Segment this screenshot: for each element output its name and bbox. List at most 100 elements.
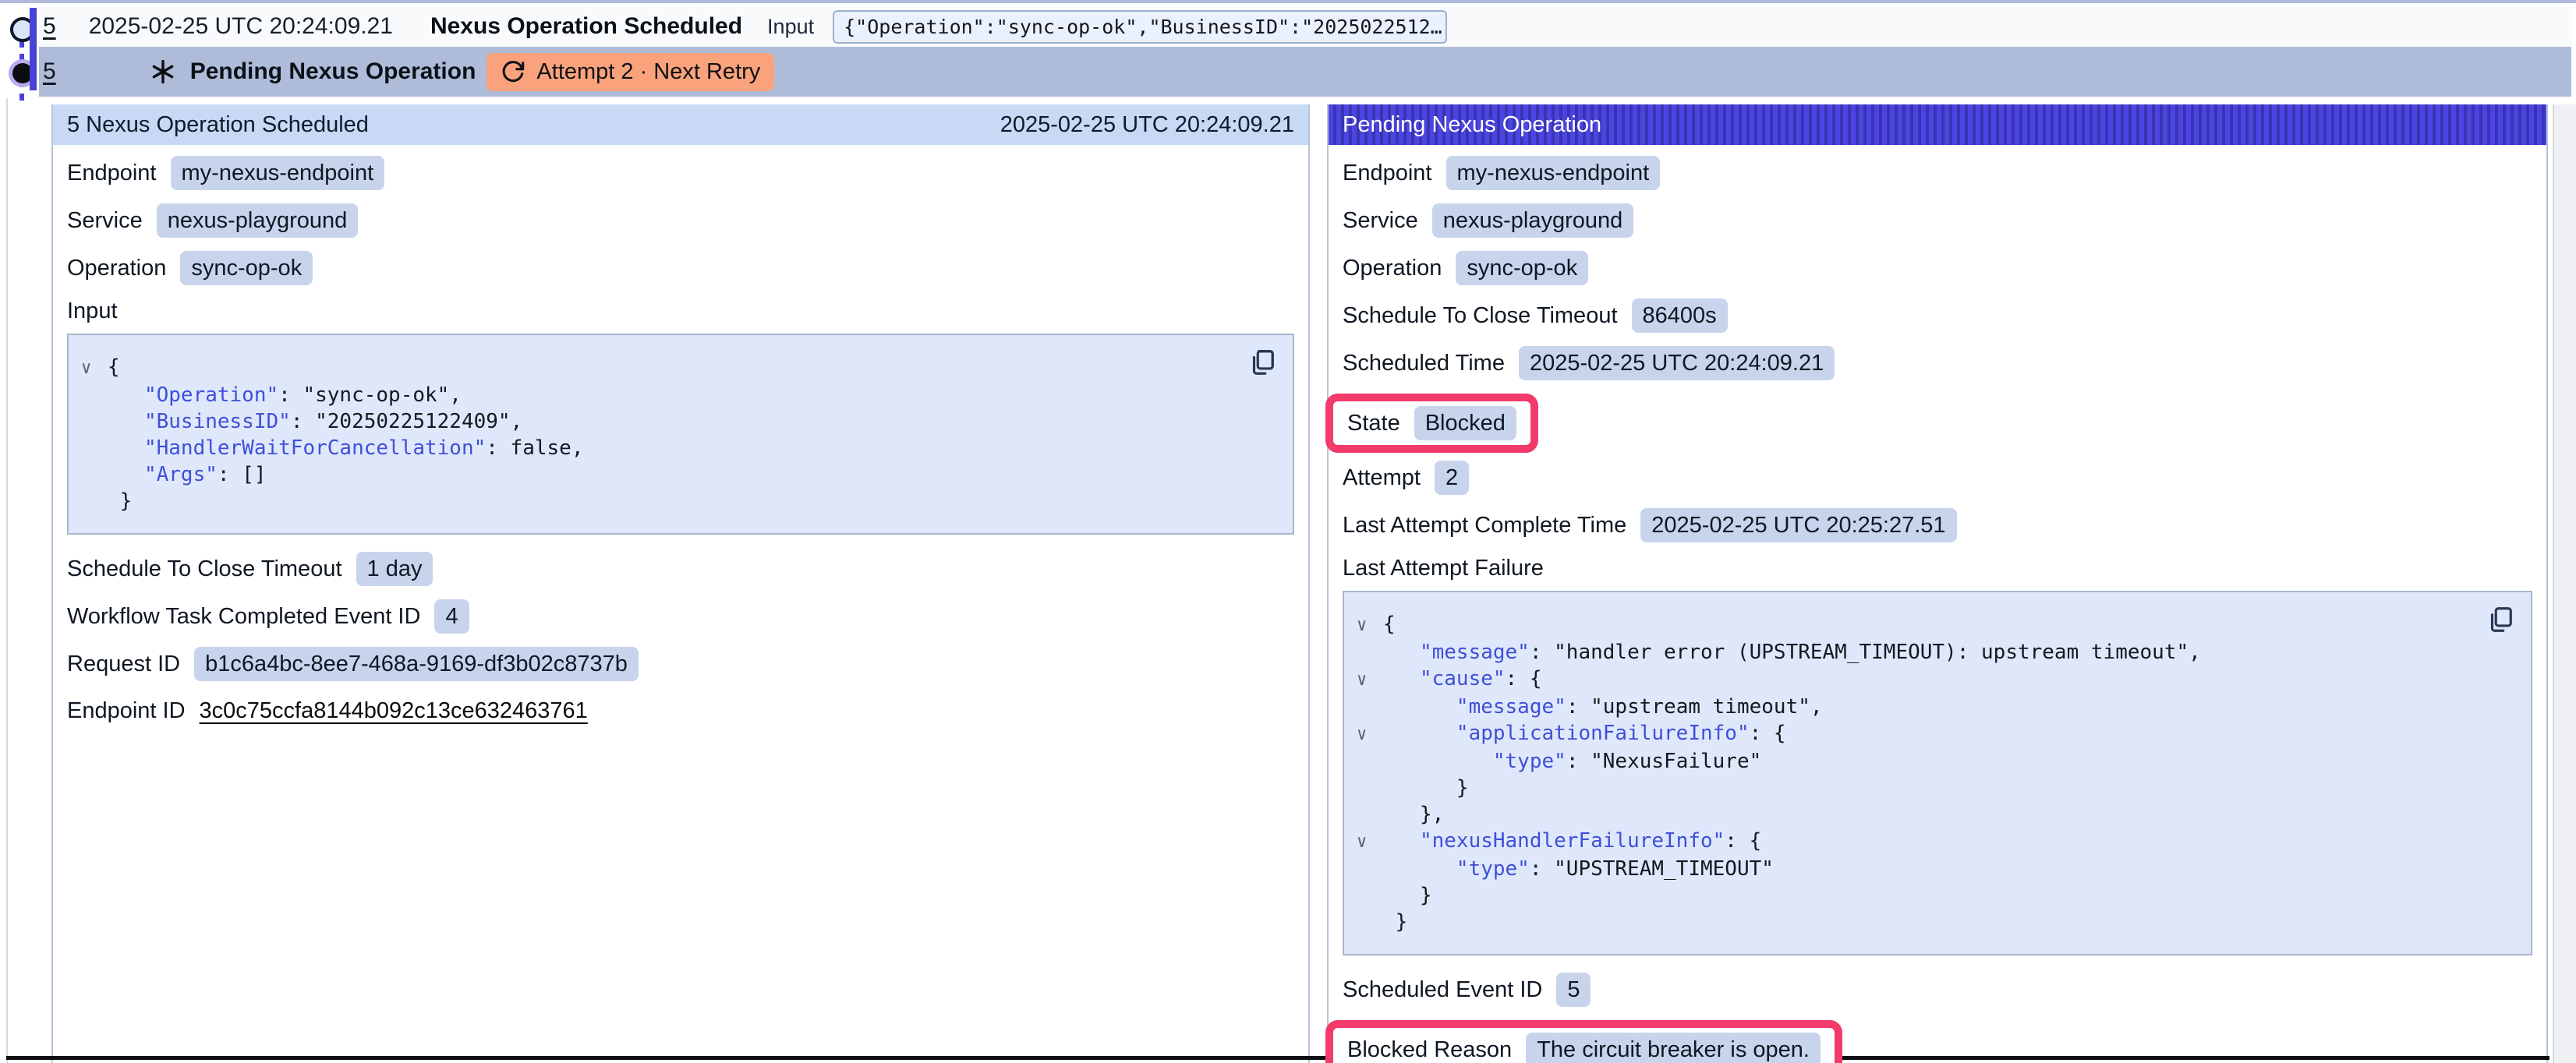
code-text: : { [1506,667,1542,690]
field-row-request-id: Request ID b1c6a4bc-8ee7-468a-9169-df3b0… [67,647,1294,681]
code-line: ∨ "applicationFailureInfo": { [1350,720,2476,748]
blocked-reason-highlight-box: Blocked Reason The circuit breaker is op… [1325,1020,1842,1063]
field-row-operation: Operation sync-op-ok [1343,251,2532,285]
field-value-badge: nexus-playground [1432,203,1634,238]
input-section-label: Input [67,298,1294,324]
attempt-badge-label: Attempt 2 · Next Retry [536,59,760,85]
code-line: ∨ "cause": { [1350,666,2476,694]
state-value-badge: Blocked [1414,406,1516,440]
field-row-last-attempt-time: Last Attempt Complete Time 2025-02-25 UT… [1343,508,2532,542]
field-value-badge: 5 [1556,973,1591,1007]
field-label: Endpoint ID [67,698,186,724]
state-highlight-box: State Blocked [1325,394,1538,453]
selected-range-bar [30,8,37,90]
code-line: } [1350,882,2476,909]
code-line: } [75,488,1238,514]
event-panel-body: Endpoint my-nexus-endpoint Service nexus… [53,145,1308,727]
scrollbar-track[interactable] [2553,104,2576,1063]
pending-panel-body: Endpoint my-nexus-endpoint Service nexus… [1329,145,2546,1063]
field-value-badge: my-nexus-endpoint [171,156,385,190]
collapse-chevron-icon[interactable]: ∨ [1350,722,1383,748]
field-label: Scheduled Event ID [1343,977,1542,1003]
collapse-chevron-icon[interactable]: ∨ [1350,613,1383,639]
event-id-link[interactable]: 5 [43,13,56,40]
code-key: "Operation" [108,383,278,407]
code-line: ∨{ [75,354,1238,382]
copy-icon [2485,605,2514,634]
code-text: } [1383,910,1407,934]
field-label: Operation [1343,256,1442,281]
attempt-badge: Attempt 2 · Next Retry [487,53,774,91]
code-key: "type" [1383,857,1530,881]
field-label: Endpoint [1343,161,1432,186]
code-line: "Operation": "sync-op-ok", [75,382,1238,408]
failure-section-label: Last Attempt Failure [1343,556,2532,581]
code-text: } [1383,884,1432,907]
field-row-endpoint-id: Endpoint ID 3c0c75ccfa8144b092c13ce63246… [67,694,1294,727]
field-row-endpoint: Endpoint my-nexus-endpoint [67,156,1294,190]
code-text: : "upstream timeout", [1566,695,1823,719]
code-key: "message" [1383,641,1530,664]
event-panel-title: 5 Nexus Operation Scheduled [67,112,369,138]
field-value-badge: my-nexus-endpoint [1446,156,1661,190]
field-row-scheduled-time: Scheduled Time 2025-02-25 UTC 20:24:09.2… [1343,346,2532,380]
copy-button[interactable] [2484,605,2515,636]
field-value-badge: 86400s [1632,298,1728,333]
detail-panels: 5 Nexus Operation Scheduled 2025-02-25 U… [51,104,2548,1063]
code-line: "HandlerWaitForCancellation": false, [75,435,1238,461]
field-value-badge: 1 day [356,552,433,586]
code-text: : "20250225122409", [291,410,522,433]
event-row-scheduled[interactable]: 5 2025-02-25 UTC 20:24:09.21 Nexus Opera… [0,6,2571,47]
code-key: "applicationFailureInfo" [1383,722,1750,745]
field-label: Endpoint [67,161,157,186]
field-row-service: Service nexus-playground [67,203,1294,238]
failure-json-code-block: ∨{ "message": "handler error (UPSTREAM_T… [1343,591,2532,955]
collapse-chevron-icon[interactable]: ∨ [75,355,108,382]
code-line: ∨{ [1350,611,2476,639]
code-text: { [108,355,120,379]
bottom-divider [6,1056,2549,1060]
field-label: State [1347,411,1400,436]
field-label: Workflow Task Completed Event ID [67,604,420,630]
collapse-chevron-icon[interactable]: ∨ [1350,829,1383,856]
code-text: : [] [218,463,267,486]
code-text: : { [1750,722,1786,745]
pending-detail-panel: Pending Nexus Operation Endpoint my-nexu… [1327,104,2548,1063]
event-panel-timestamp: 2025-02-25 UTC 20:24:09.21 [1000,112,1294,138]
code-line: ∨ "nexusHandlerFailureInfo": { [1350,828,2476,856]
code-line: "type": "NexusFailure" [1350,748,2476,775]
field-label: Attempt [1343,465,1421,491]
asterisk-icon [150,58,176,85]
code-line: "Args": [] [75,461,1238,488]
event-timestamp: 2025-02-25 UTC 20:24:09.21 [89,13,393,40]
code-text: : "UPSTREAM_TIMEOUT" [1530,857,1774,881]
field-value-badge: 2025-02-25 UTC 20:25:27.51 [1640,508,1956,542]
input-label: Input [767,15,814,39]
copy-button[interactable] [1246,348,1277,379]
code-text: : { [1725,829,1761,853]
code-line: "BusinessID": "20250225122409", [75,408,1238,435]
field-label: Request ID [67,652,180,677]
endpoint-id-link[interactable]: 3c0c75ccfa8144b092c13ce632463761 [200,698,588,724]
input-json-code-block: ∨{ "Operation": "sync-op-ok", "BusinessI… [67,334,1294,535]
pending-id-link[interactable]: 5 [43,58,56,85]
input-preview-badge[interactable]: {"Operation":"sync-op-ok","BusinessID":"… [833,10,1447,44]
field-label: Last Attempt Complete Time [1343,513,1626,539]
field-value-badge: 2 [1435,461,1469,495]
code-text: } [1383,776,1469,800]
field-value-badge: nexus-playground [157,203,359,238]
pending-operation-row[interactable]: 5 Pending Nexus Operation Attempt 2 · Ne… [0,47,2571,97]
field-value-badge: 4 [434,599,469,634]
field-value-badge: sync-op-ok [180,251,313,285]
code-text: }, [1383,803,1444,826]
code-key: "nexusHandlerFailureInfo" [1383,829,1725,853]
field-row-wft-completed-id: Workflow Task Completed Event ID 4 [67,599,1294,634]
field-label: Scheduled Time [1343,351,1505,376]
field-row-service: Service nexus-playground [1343,203,2532,238]
code-line: "message": "handler error (UPSTREAM_TIME… [1350,639,2476,666]
field-label: Blocked Reason [1347,1037,1512,1063]
code-text: { [1383,613,1396,636]
collapse-chevron-icon[interactable]: ∨ [1350,667,1383,694]
code-line: }, [1350,801,2476,828]
field-label: Schedule To Close Timeout [1343,303,1618,329]
